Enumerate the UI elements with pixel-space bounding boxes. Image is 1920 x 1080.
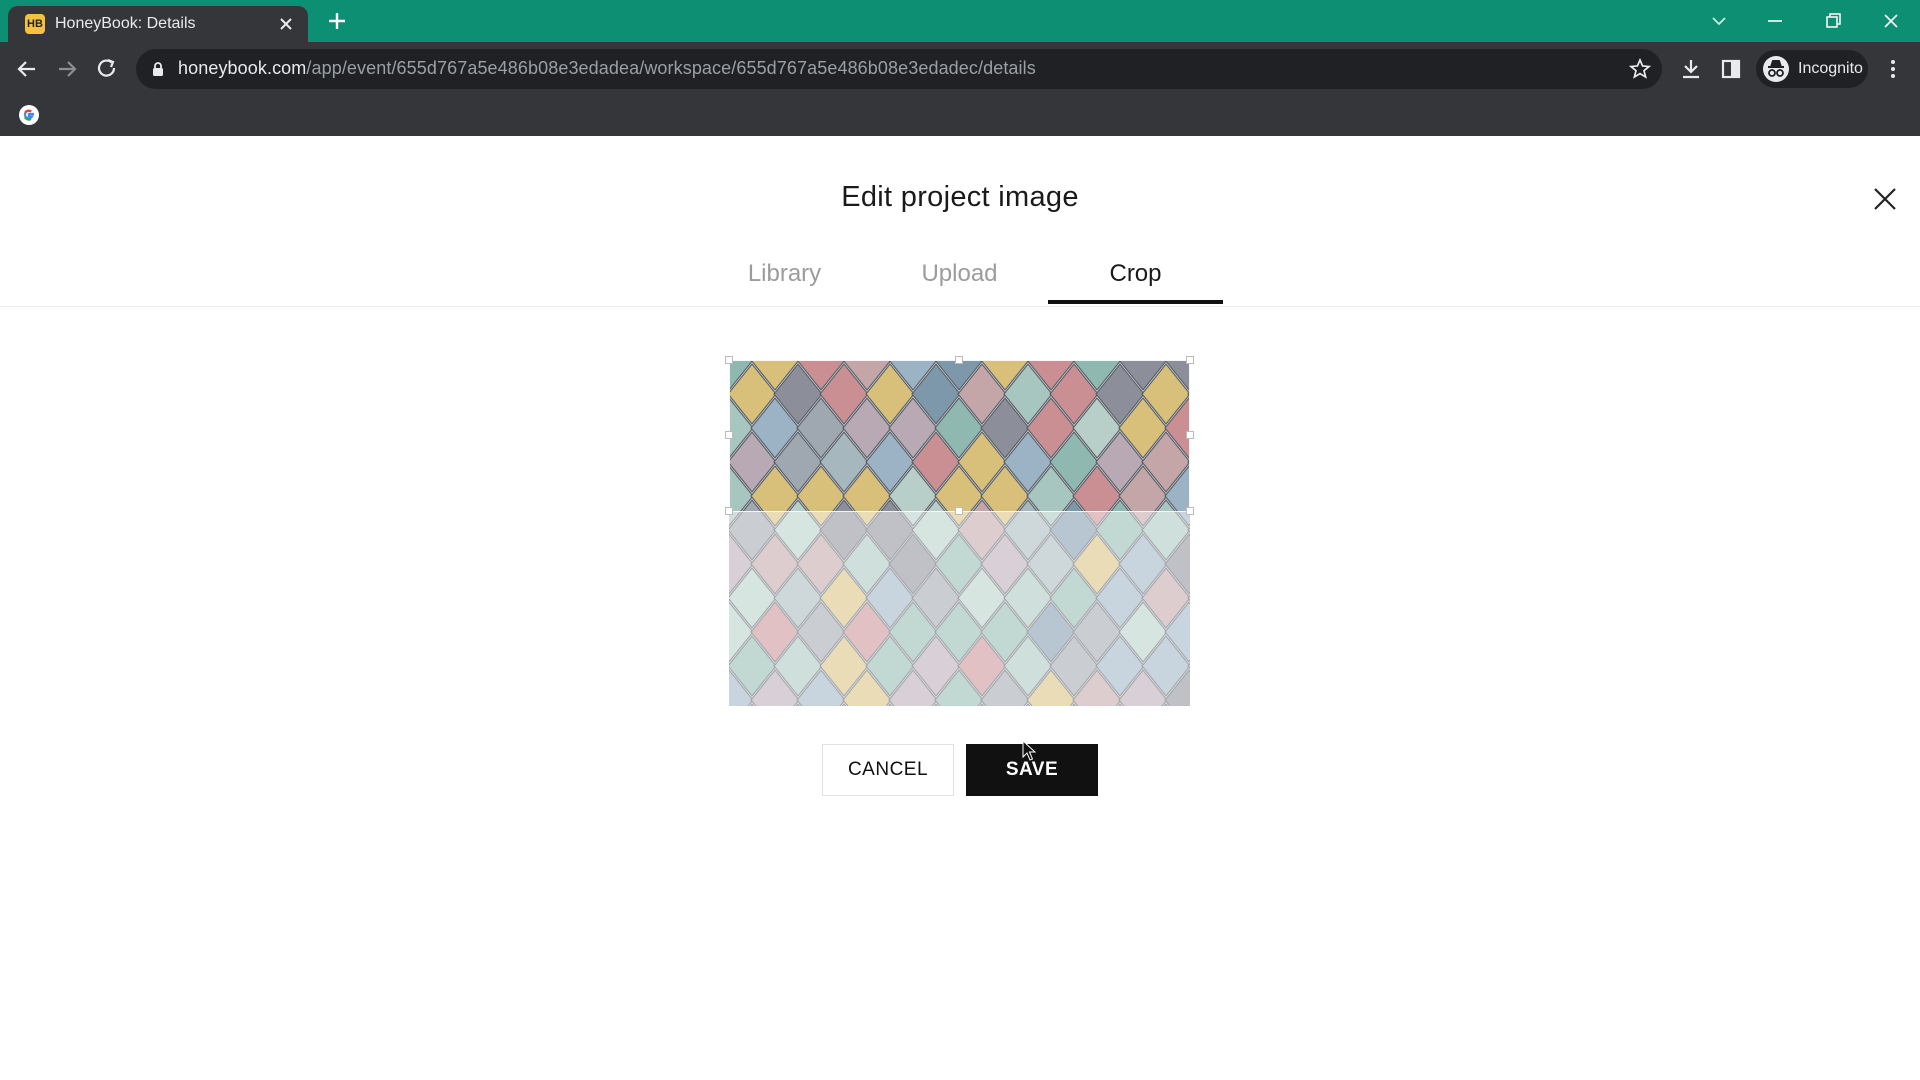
side-panel-icon[interactable]: [1718, 56, 1744, 82]
browser-tab[interactable]: HB HoneyBook: Details: [8, 6, 308, 42]
back-icon[interactable]: [14, 56, 40, 82]
close-tab-icon[interactable]: [276, 14, 296, 34]
url-text: honeybook.com/app/event/655d767a5e486b08…: [178, 58, 1036, 79]
url-host: honeybook.com: [178, 58, 307, 78]
crop-handle-top[interactable]: [955, 356, 963, 364]
cancel-button[interactable]: CANCEL: [822, 744, 954, 796]
tab-title: HoneyBook: Details: [55, 15, 196, 32]
image-source-tabs: Library Upload Crop: [0, 248, 1920, 304]
lock-icon[interactable]: [150, 61, 166, 77]
crop-handle-bottom[interactable]: [955, 507, 963, 515]
crop-selection[interactable]: [729, 360, 1190, 512]
crop-canvas[interactable]: [729, 360, 1190, 706]
crop-handle-left[interactable]: [725, 431, 733, 439]
close-icon[interactable]: [1872, 186, 1898, 212]
crop-handle-bottom-right[interactable]: [1186, 507, 1194, 515]
browser-tab-strip: HB HoneyBook: Details: [0, 0, 1920, 42]
crop-dim-overlay: [729, 512, 1190, 706]
download-icon[interactable]: [1678, 56, 1704, 82]
close-window-icon[interactable]: [1878, 8, 1904, 34]
more-menu-icon[interactable]: [1880, 56, 1906, 82]
star-icon[interactable]: [1628, 57, 1652, 81]
crop-handle-right[interactable]: [1186, 431, 1194, 439]
address-bar[interactable]: honeybook.com/app/event/655d767a5e486b08…: [136, 49, 1662, 89]
tabs-divider: [0, 306, 1920, 307]
tab-upload[interactable]: Upload: [872, 248, 1047, 304]
browser-toolbar: honeybook.com/app/event/655d767a5e486b08…: [0, 42, 1920, 96]
crop-handle-top-right[interactable]: [1186, 356, 1194, 364]
reload-icon[interactable]: [94, 56, 120, 82]
crop-handle-bottom-left[interactable]: [725, 507, 733, 515]
honeybook-favicon: HB: [25, 14, 45, 34]
forward-icon[interactable]: [54, 56, 80, 82]
mouse-cursor-icon: [1022, 740, 1036, 761]
new-tab-icon[interactable]: [326, 10, 348, 32]
chevron-down-icon[interactable]: [1706, 8, 1732, 34]
incognito-profile-button[interactable]: Incognito: [1756, 50, 1868, 88]
bookmarks-bar: [0, 96, 1920, 136]
incognito-label: Incognito: [1798, 60, 1863, 77]
tab-crop[interactable]: Crop: [1048, 248, 1223, 304]
crop-handle-top-left[interactable]: [725, 356, 733, 364]
tab-library[interactable]: Library: [697, 248, 872, 304]
modal-title: Edit project image: [841, 181, 1079, 213]
minimize-icon[interactable]: [1762, 8, 1788, 34]
incognito-icon: [1763, 56, 1789, 82]
url-path: /app/event/655d767a5e486b08e3edadea/work…: [306, 58, 1036, 78]
restore-icon[interactable]: [1820, 8, 1846, 34]
google-icon[interactable]: [18, 104, 40, 126]
edit-project-image-modal: Edit project image Library Upload Crop C…: [0, 136, 1920, 1080]
